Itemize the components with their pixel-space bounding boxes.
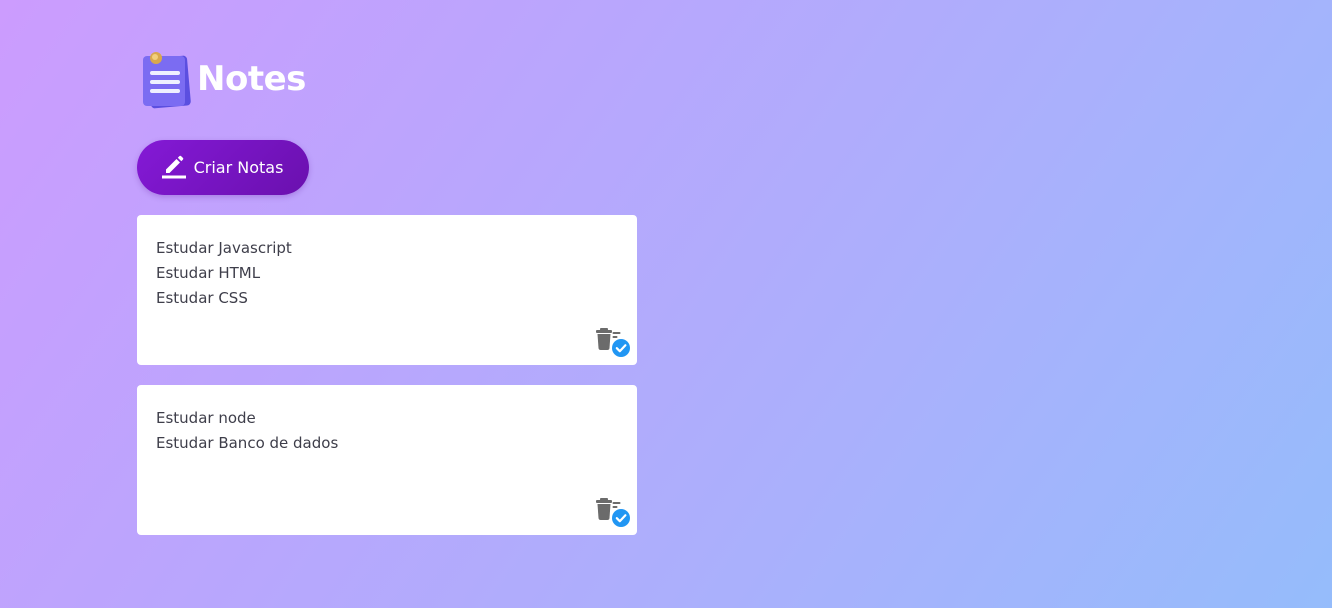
create-notes-label: Criar Notas	[193, 158, 284, 177]
trash-check-icon	[594, 498, 632, 534]
note-card[interactable]: Estudar Javascript Estudar HTML Estudar …	[137, 215, 637, 365]
create-notes-button[interactable]: Criar Notas	[137, 140, 309, 195]
note-line: Estudar CSS	[156, 289, 248, 307]
delete-note-button[interactable]	[594, 494, 632, 530]
pencil-icon	[161, 153, 187, 182]
notes-list: Estudar Javascript Estudar HTML Estudar …	[137, 215, 637, 555]
note-line: Estudar HTML	[156, 264, 261, 282]
note-text[interactable]: Estudar node Estudar Banco de dados	[156, 406, 577, 456]
note-line: Estudar node	[156, 409, 256, 427]
note-line: Estudar Javascript	[156, 239, 292, 257]
note-card[interactable]: Estudar node Estudar Banco de dados	[137, 385, 637, 535]
notepad-icon	[141, 50, 193, 110]
app-header: Notes	[141, 50, 306, 110]
delete-note-button[interactable]	[594, 324, 632, 360]
trash-check-icon	[594, 328, 632, 364]
note-text[interactable]: Estudar Javascript Estudar HTML Estudar …	[156, 236, 577, 311]
app-title: Notes	[197, 59, 306, 99]
note-line: Estudar Banco de dados	[156, 434, 339, 452]
